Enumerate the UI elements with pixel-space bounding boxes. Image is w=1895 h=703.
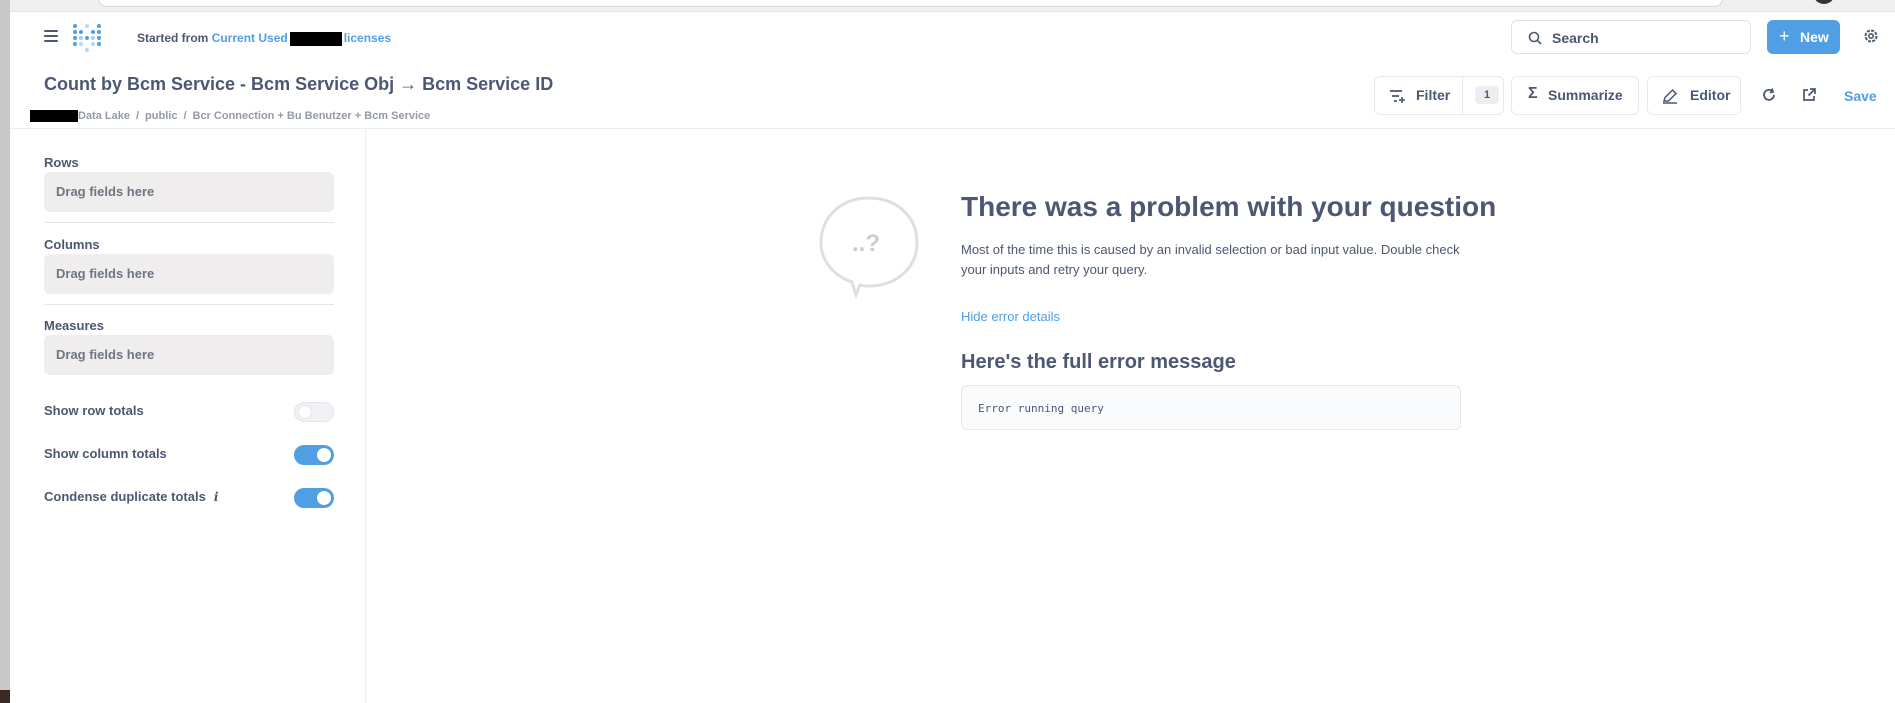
gear-icon[interactable] bbox=[1863, 28, 1879, 44]
bubble-glyph: ..? bbox=[852, 230, 880, 257]
toggle-knob bbox=[317, 448, 331, 462]
source-link-end[interactable]: licenses bbox=[344, 31, 391, 45]
hamburger-menu-icon[interactable] bbox=[44, 30, 58, 42]
rows-dropzone[interactable]: Drag fields here bbox=[44, 172, 334, 212]
error-message-text: Error running query bbox=[978, 402, 1104, 415]
redacted-block bbox=[30, 110, 78, 123]
save-button[interactable]: Save bbox=[1844, 88, 1877, 104]
hide-error-details-link[interactable]: Hide error details bbox=[961, 309, 1060, 324]
started-from-prefix: Started from bbox=[137, 31, 209, 45]
section-divider bbox=[44, 222, 334, 223]
error-title: There was a problem with your question bbox=[961, 191, 1497, 222]
toggle-knob bbox=[317, 491, 331, 505]
question-bubble-illustration: ..? bbox=[819, 196, 919, 299]
breadcrumb: Data Lake / public / Bcr Connection + Bu Ben… bbox=[30, 110, 431, 123]
search-input[interactable]: Search bbox=[1511, 20, 1751, 54]
filter-count-badge[interactable]: 1 bbox=[1475, 86, 1499, 104]
redacted-block bbox=[289, 31, 342, 46]
editor-button-label: Editor bbox=[1690, 87, 1731, 103]
condense-duplicate-totals-label: Condense duplicate totals i bbox=[44, 489, 218, 504]
condense-duplicate-totals-toggle[interactable] bbox=[294, 488, 334, 508]
source-link-start[interactable]: Current Used bbox=[212, 31, 288, 45]
full-error-heading: Here's the full error message bbox=[961, 351, 1236, 373]
app: Started from Current Used licenses Search… bbox=[10, 12, 1895, 703]
browser-profile-avatar[interactable] bbox=[1813, 0, 1835, 4]
measures-dropzone[interactable]: Drag fields here bbox=[44, 335, 334, 375]
top-nav: Started from Current Used licenses Search… bbox=[10, 12, 1895, 62]
metabase-logo[interactable] bbox=[72, 22, 102, 54]
question-title[interactable]: Count by Bcm Service - Bcm Service Obj →… bbox=[44, 74, 553, 95]
editor-icon bbox=[1663, 88, 1678, 104]
browser-address-bar[interactable] bbox=[98, 0, 1723, 7]
show-row-totals-toggle[interactable] bbox=[294, 402, 334, 422]
refresh-icon[interactable] bbox=[1761, 87, 1777, 103]
condense-duplicate-totals-text: Condense duplicate totals bbox=[44, 489, 206, 504]
source-question-link[interactable]: Current Used licenses bbox=[212, 31, 391, 46]
filter-button-main[interactable]: Filter bbox=[1375, 77, 1463, 114]
breadcrumb-separator: / bbox=[135, 110, 140, 122]
show-row-totals-label: Show row totals bbox=[44, 403, 144, 418]
columns-dropzone[interactable]: Drag fields here bbox=[44, 254, 334, 294]
rows-label: Rows bbox=[44, 155, 79, 170]
section-divider bbox=[44, 304, 334, 305]
measures-label: Measures bbox=[44, 318, 104, 333]
window-edge-corner bbox=[0, 690, 10, 703]
rows-dropzone-text: Drag fields here bbox=[56, 184, 155, 199]
open-in-new-icon[interactable] bbox=[1801, 87, 1817, 103]
filter-button-label: Filter bbox=[1416, 87, 1451, 103]
search-placeholder: Search bbox=[1552, 30, 1599, 46]
new-button-label: New bbox=[1800, 29, 1829, 45]
started-from-text: Started from Current Used licenses bbox=[137, 31, 391, 46]
search-icon bbox=[1528, 31, 1542, 45]
window-edge bbox=[0, 0, 10, 703]
breadcrumb-database[interactable]: Data Lake bbox=[78, 110, 130, 122]
show-column-totals-label: Show column totals bbox=[44, 446, 167, 461]
columns-dropzone-text: Drag fields here bbox=[56, 266, 155, 281]
new-button[interactable]: + New bbox=[1767, 20, 1840, 54]
columns-label: Columns bbox=[44, 237, 100, 252]
pivot-settings-sidebar: Rows Drag fields here Columns Drag field… bbox=[10, 129, 366, 703]
error-description: Most of the time this is caused by an in… bbox=[961, 242, 1460, 277]
breadcrumb-schema[interactable]: public bbox=[145, 110, 177, 122]
sigma-icon: Σ bbox=[1528, 85, 1538, 102]
summarize-button[interactable]: Σ Summarize bbox=[1511, 76, 1639, 115]
breadcrumb-separator: / bbox=[183, 110, 187, 122]
measures-dropzone-text: Drag fields here bbox=[56, 347, 155, 362]
summarize-button-label: Summarize bbox=[1548, 87, 1623, 103]
filter-button[interactable]: Filter 1 bbox=[1374, 76, 1504, 115]
toggle-knob bbox=[298, 405, 312, 419]
error-message-box: Error running query bbox=[961, 385, 1461, 430]
plus-icon: + bbox=[1779, 26, 1790, 46]
filter-icon bbox=[1390, 90, 1405, 103]
browser-chrome bbox=[10, 0, 1895, 12]
breadcrumb-table[interactable]: Bcr Connection + Bu Benutzer + Bcm Servi… bbox=[193, 110, 431, 122]
editor-button[interactable]: Editor bbox=[1647, 76, 1741, 115]
info-icon[interactable]: i bbox=[214, 490, 219, 504]
show-column-totals-toggle[interactable] bbox=[294, 445, 334, 465]
